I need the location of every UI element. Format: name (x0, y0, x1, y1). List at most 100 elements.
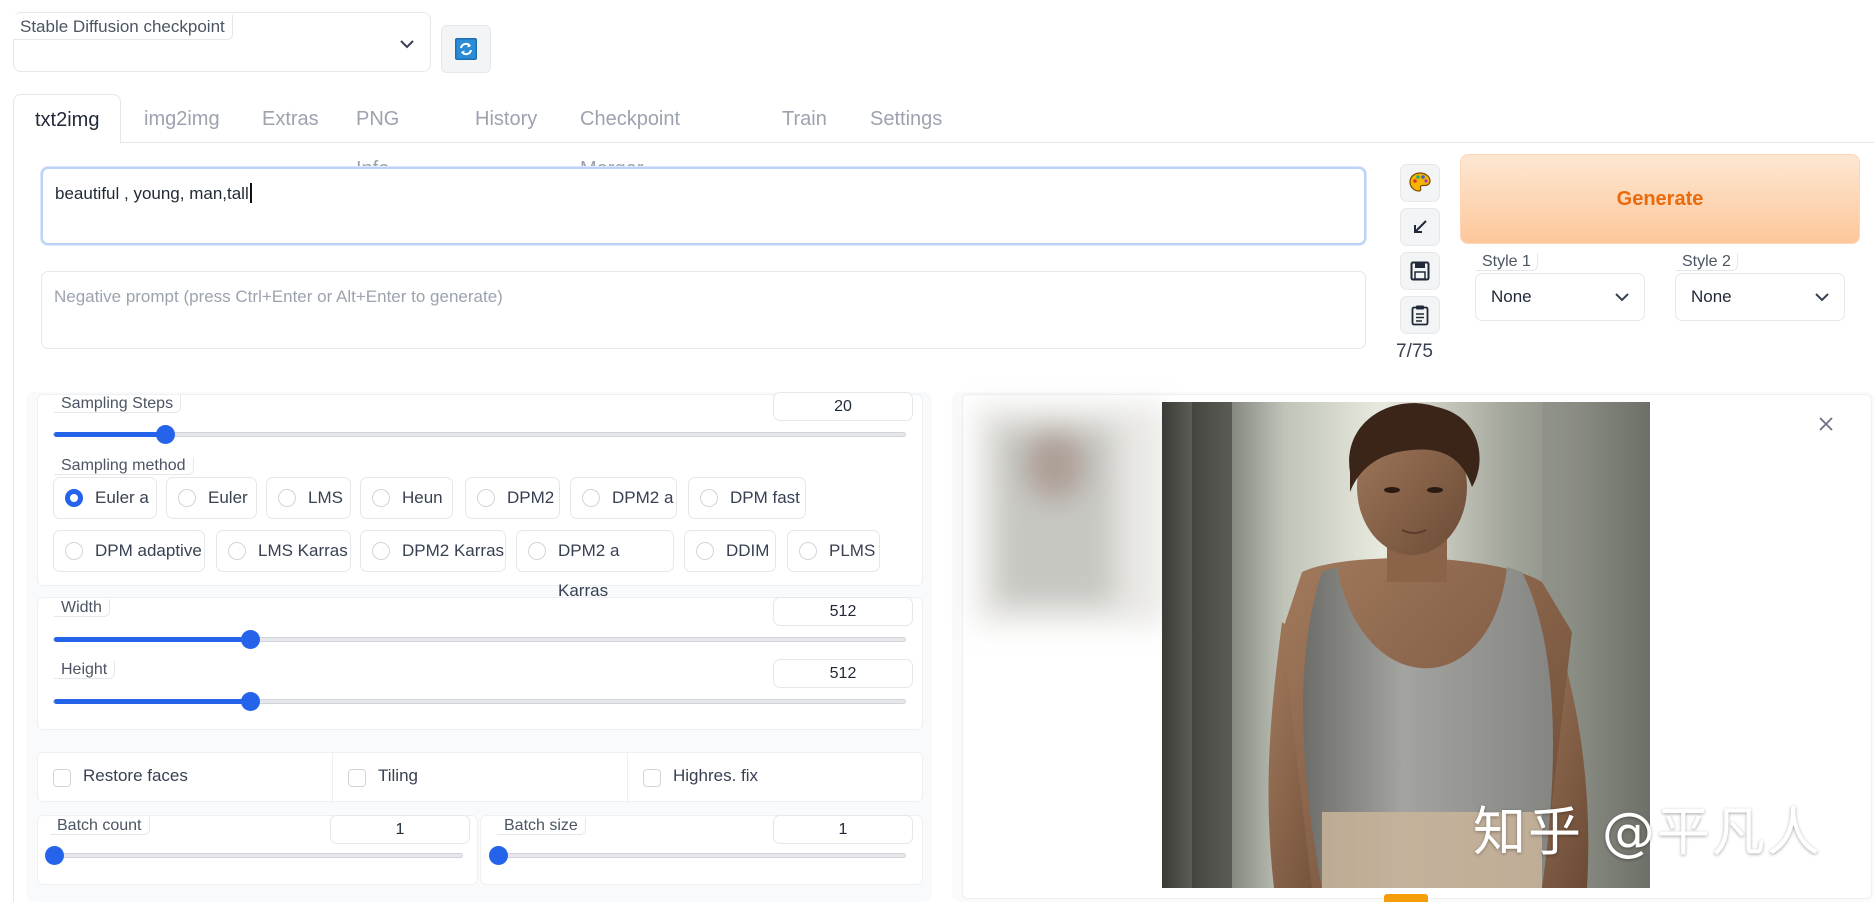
tab-extras[interactable]: Extras (262, 94, 319, 143)
tab-settings[interactable]: Settings (870, 94, 942, 143)
slider-handle[interactable] (45, 846, 64, 865)
paste-params-button[interactable] (1400, 208, 1440, 246)
width-label-wrap: Width (54, 597, 110, 619)
chevron-down-icon (1615, 293, 1629, 302)
radio-dot (65, 542, 83, 560)
tab-checkpoint-merger[interactable]: Checkpoint Merger (580, 94, 680, 180)
batch-size-input[interactable]: 1 (773, 815, 913, 844)
style1-label-wrap: Style 1 (1476, 251, 1538, 273)
checkbox-label: Tiling (378, 766, 418, 785)
radio-label: LMS (308, 488, 343, 507)
height-slider[interactable] (53, 692, 906, 711)
highres-fix-checkbox[interactable]: Highres. fix (628, 753, 922, 803)
height-label: Height (54, 661, 116, 679)
refresh-icon (455, 38, 477, 60)
radio-dot (799, 542, 817, 560)
chevron-down-icon (400, 40, 414, 49)
tab-txt2img[interactable]: txt2img (13, 94, 122, 144)
radio-dot (372, 489, 390, 507)
sampling-steps-input[interactable]: 20 (773, 392, 913, 421)
negative-prompt-textarea[interactable]: Negative prompt (press Ctrl+Enter or Alt… (41, 271, 1366, 349)
slider-handle[interactable] (240, 630, 260, 649)
style1-label: Style 1 (1476, 253, 1538, 271)
radio-dpm2-karras[interactable]: DPM2 Karras (360, 530, 506, 572)
prompt-textarea[interactable]: beautiful , young, man,tall (41, 167, 1366, 245)
batch-count-input[interactable]: 1 (330, 815, 470, 844)
apply-style-button[interactable] (1400, 296, 1440, 334)
tab-img2img[interactable]: img2img (144, 94, 220, 143)
style2-dropdown[interactable]: None (1675, 273, 1845, 321)
batch-count-label: Batch count (50, 817, 150, 835)
restore-faces-checkbox[interactable]: Restore faces (38, 753, 333, 803)
height-label-wrap: Height (54, 659, 116, 681)
batch-count-slider[interactable] (45, 846, 463, 865)
slider-fill (54, 432, 165, 437)
radio-dot (278, 489, 296, 507)
batch-size-slider[interactable] (489, 846, 906, 865)
batch-size-label: Batch size (497, 817, 586, 835)
checkpoint-label: Stable Diffusion checkpoint (13, 15, 233, 40)
style2-label-wrap: Style 2 (1676, 251, 1738, 273)
radio-euler-a[interactable]: Euler a (53, 477, 157, 519)
slider-handle[interactable] (240, 692, 260, 711)
checkbox-box (348, 769, 366, 787)
radio-dot (700, 489, 718, 507)
tiling-checkbox[interactable]: Tiling (333, 753, 628, 803)
slider-handle[interactable] (489, 846, 508, 865)
palette-icon (1409, 172, 1431, 192)
save-style-button[interactable] (1400, 252, 1440, 290)
radio-euler[interactable]: Euler (166, 477, 257, 519)
watermark: 知乎 @平凡人 (1473, 802, 1822, 863)
tab-train[interactable]: Train (782, 94, 827, 143)
sampling-steps-label-wrap: Sampling Steps (54, 393, 182, 415)
sampling-steps-slider[interactable] (53, 425, 906, 444)
width-label: Width (54, 599, 110, 617)
radio-dot (528, 542, 546, 560)
width-slider[interactable] (53, 630, 906, 649)
style1-value: None (1491, 287, 1532, 306)
gallery-thumbnail[interactable] (975, 405, 1165, 625)
radio-label: DDIM (726, 541, 770, 560)
clipboard-icon (1411, 305, 1429, 326)
chevron-down-icon (1815, 293, 1829, 302)
radio-plms[interactable]: PLMS (787, 530, 880, 572)
width-input[interactable]: 512 (773, 597, 913, 626)
prompt-text: beautiful , young, man,tall (55, 184, 249, 203)
radio-ddim[interactable]: DDIM (684, 530, 776, 572)
radio-lms[interactable]: LMS (266, 477, 351, 519)
radio-label: DPM2 (507, 488, 555, 507)
radio-dot (65, 489, 83, 507)
sampling-method-label: Sampling method (54, 457, 194, 475)
radio-dpm-fast[interactable]: DPM fast (688, 477, 806, 519)
save-icon (1410, 261, 1430, 281)
style2-label: Style 2 (1676, 253, 1738, 271)
radio-dot (696, 542, 714, 560)
arrow-icon (1414, 220, 1427, 233)
slider-fill (54, 637, 250, 642)
style1-dropdown[interactable]: None (1475, 273, 1645, 321)
radio-dpm2-a-karras[interactable]: DPM2 a Karras (516, 530, 674, 600)
height-input[interactable]: 512 (773, 659, 913, 688)
interrogate-button[interactable] (1400, 164, 1440, 202)
tab-history[interactable]: History (475, 94, 537, 143)
close-icon[interactable] (1815, 413, 1837, 435)
radio-dpm2-a[interactable]: DPM2 a (570, 477, 677, 519)
radio-label: DPM2 a (612, 488, 674, 507)
radio-label: LMS Karras (258, 541, 348, 560)
radio-lms-karras[interactable]: LMS Karras (216, 530, 351, 572)
checkbox-label: Restore faces (83, 766, 188, 785)
refresh-checkpoint-button[interactable] (441, 25, 491, 73)
radio-dot (477, 489, 495, 507)
radio-label: PLMS (829, 541, 876, 560)
radio-label: DPM adaptive (95, 541, 202, 560)
checkbox-label: Highres. fix (673, 766, 759, 785)
radio-heun[interactable]: Heun (360, 477, 453, 519)
radio-dot (178, 489, 196, 507)
radio-label: Euler (208, 488, 248, 507)
options-row: Restore faces Tiling Highres. fix (37, 752, 923, 803)
generate-button[interactable]: Generate (1460, 154, 1860, 244)
radio-dpm2[interactable]: DPM2 (465, 477, 560, 519)
slider-handle[interactable] (155, 425, 175, 444)
radio-dpm-adaptive[interactable]: DPM adaptive (53, 530, 205, 572)
tab-png-info[interactable]: PNG Info (356, 94, 399, 180)
